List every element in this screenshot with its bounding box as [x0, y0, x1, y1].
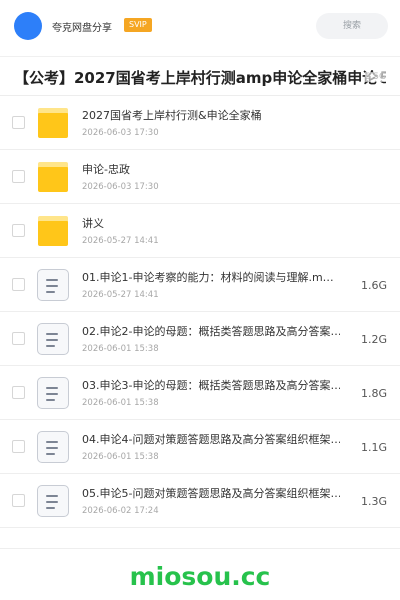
file-row[interactable]: 03.申论3-申论的母题：概括类答题思路及高分答案… 2026-06-01 15:… — [0, 366, 400, 420]
user-name: 夸克网盘分享 — [52, 23, 112, 34]
file-list: 2027国省考上岸村行测&申论全家桶 2026-06-03 17:30 申论-忠政 2… — [0, 96, 400, 528]
file-name: 04.申论4-问题对策题答题思路及高分答案组织框架… — [82, 433, 340, 446]
select-checkbox[interactable] — [12, 116, 25, 129]
folder-icon — [38, 162, 68, 192]
select-checkbox[interactable] — [12, 386, 25, 399]
file-date: 2026-06-03 17:30 — [82, 128, 159, 138]
share-title-bar: 【公考】2027国省考上岸村行测amp申论全家桶申论５ 6.5G — [0, 56, 400, 96]
divider — [0, 548, 400, 549]
file-name: 05.申论5-问题对策题答题思路及高分答案组织框架… — [82, 487, 340, 500]
file-date: 2026-06-01 15:38 — [82, 398, 159, 408]
file-date: 2026-05-27 14:41 — [82, 290, 159, 300]
file-name: 03.申论3-申论的母题：概括类答题思路及高分答案… — [82, 379, 340, 392]
watermark-text: miosou.cc — [129, 562, 271, 591]
avatar[interactable] — [14, 12, 42, 40]
select-checkbox[interactable] — [12, 332, 25, 345]
file-name: 申论-忠政 — [82, 163, 130, 176]
select-checkbox[interactable] — [12, 494, 25, 507]
select-checkbox[interactable] — [12, 440, 25, 453]
file-size: 1.6G — [360, 279, 387, 292]
select-checkbox[interactable] — [12, 224, 25, 237]
file-row[interactable]: 讲义 2026-05-27 14:41 — [0, 204, 400, 258]
file-row[interactable]: 2027国省考上岸村行测&申论全家桶 2026-06-03 17:30 — [0, 96, 400, 150]
file-date: 2026-05-27 14:41 — [82, 236, 159, 246]
document-icon — [37, 269, 69, 301]
search-input[interactable]: 搜索 — [316, 13, 388, 39]
top-bar: 夸克网盘分享 SVIP 搜索 — [0, 0, 400, 52]
total-size: 6.5G — [364, 72, 386, 82]
file-size: 1.2G — [360, 333, 387, 346]
file-size: 1.8G — [360, 387, 387, 400]
document-icon — [37, 323, 69, 355]
document-icon — [37, 485, 69, 517]
select-checkbox[interactable] — [12, 170, 25, 183]
file-size: 1.3G — [360, 495, 387, 508]
document-icon — [37, 431, 69, 463]
page-title: 【公考】2027国省考上岸村行测amp申论全家桶申论５ — [14, 69, 386, 87]
file-name: 02.申论2-申论的母题：概括类答题思路及高分答案… — [82, 325, 340, 338]
select-checkbox[interactable] — [12, 278, 25, 291]
file-row[interactable]: 01.申论1-申论考察的能力：材料的阅读与理解.m… 2026-05-27 14:… — [0, 258, 400, 312]
file-row[interactable]: 02.申论2-申论的母题：概括类答题思路及高分答案… 2026-06-01 15:… — [0, 312, 400, 366]
file-date: 2026-06-01 15:38 — [82, 452, 159, 462]
folder-icon — [38, 108, 68, 138]
svip-badge: SVIP — [124, 18, 152, 32]
file-name: 讲义 — [82, 217, 104, 230]
file-row[interactable]: 04.申论4-问题对策题答题思路及高分答案组织框架… 2026-06-01 15:… — [0, 420, 400, 474]
document-icon — [37, 377, 69, 409]
file-row[interactable]: 05.申论5-问题对策题答题思路及高分答案组织框架… 2026-06-02 17:… — [0, 474, 400, 528]
file-date: 2026-06-01 15:38 — [82, 344, 159, 354]
file-row[interactable]: 申论-忠政 2026-06-03 17:30 — [0, 150, 400, 204]
file-date: 2026-06-03 17:30 — [82, 182, 159, 192]
file-name: 01.申论1-申论考察的能力：材料的阅读与理解.m… — [82, 271, 334, 284]
file-date: 2026-06-02 17:24 — [82, 506, 159, 516]
file-name: 2027国省考上岸村行测&申论全家桶 — [82, 109, 262, 122]
file-size: 1.1G — [360, 441, 387, 454]
folder-icon — [38, 216, 68, 246]
